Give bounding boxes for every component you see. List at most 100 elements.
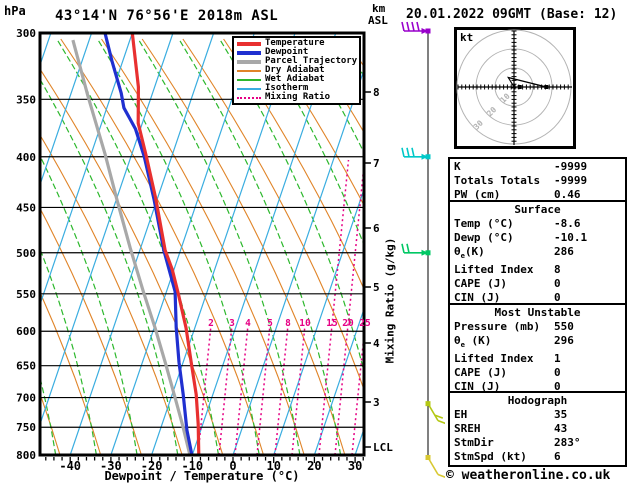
info-row-label: K	[454, 160, 461, 173]
sounding-screenshot: 300 350 400 450 500 550 600 650 700 750 800 -40 -30-…	[0, 0, 629, 486]
info-box: K -9999 Totals Totals -9999 PW (cm) 0.46	[448, 157, 627, 205]
mixing-ratio-tick-label: 2	[208, 318, 214, 329]
legend-item: Mixing Ratio	[234, 93, 359, 102]
info-row: SREH 43	[450, 422, 625, 436]
info-row-label: θe (K)	[454, 334, 492, 350]
legend-swatch	[237, 78, 261, 81]
wind-barb	[401, 21, 431, 34]
info-row-label: θe(K)	[454, 245, 485, 261]
pressure-tick-label: 400	[16, 151, 36, 164]
info-row: EH 35	[450, 408, 625, 422]
info-box-title: Surface	[514, 203, 561, 216]
skewt-chart: 300350400450500550600650700750800-40 -30-…	[16, 21, 445, 478]
info-row-label: SREH	[454, 422, 481, 435]
legend-swatch	[237, 59, 261, 64]
info-row-value: 1	[554, 352, 561, 366]
km-tick-label: 8	[373, 86, 380, 99]
pressure-tick-label: 750	[16, 421, 36, 434]
pressure-tick-label: 800	[16, 449, 36, 462]
info-row: Pressure (mb) 550	[450, 320, 625, 334]
info-row: Dewp (°C) -10.1	[450, 231, 625, 245]
pressure-tick-label: 450	[16, 201, 36, 214]
info-row-label: Totals Totals	[454, 174, 541, 187]
legend-swatch	[237, 96, 261, 99]
info-row-value: 8	[554, 263, 561, 277]
pressure-axis-unit: hPa	[4, 4, 26, 18]
info-row: θe (K) 296	[450, 334, 625, 352]
datetime-label: 20.01.2022 09GMT (Base: 12)	[406, 7, 618, 22]
pressure-tick-label: 700	[16, 392, 36, 405]
info-row-value: 283°	[554, 436, 581, 449]
info-box-title: Most Unstable	[494, 306, 581, 319]
info-row-value: -8.6	[554, 217, 581, 230]
info-row-value: -9999	[554, 160, 588, 173]
km-tick-label: 3	[373, 396, 380, 409]
info-row: StmSpd (kt) 6	[450, 450, 625, 464]
info-row-value: 35	[554, 408, 568, 421]
hodograph-marker	[517, 85, 522, 89]
info-row-label: EH	[454, 408, 468, 421]
legend-swatch	[237, 41, 261, 46]
copyright: © weatheronline.co.uk	[446, 468, 611, 483]
legend: Temperature Dewpoint Parcel Trajectory Dry …	[232, 36, 361, 105]
info-row-label: StmDir	[454, 436, 494, 449]
legend-swatch	[237, 69, 261, 72]
info-row-label: CAPE (J)	[454, 277, 507, 291]
mixing-ratio-tick-label: 4	[245, 318, 251, 329]
info-row-label: Temp (°C)	[454, 217, 514, 230]
wind-barb	[401, 243, 431, 256]
pressure-tick-label: 500	[16, 247, 36, 260]
info-row-value: 0	[554, 277, 561, 291]
temperature-axis-title: Dewpoint / Temperature (°C)	[104, 469, 300, 483]
legend-item-label: Mixing Ratio	[265, 92, 331, 102]
info-row: StmDir 283°	[450, 436, 625, 450]
pressure-tick-label: 600	[16, 325, 36, 338]
info-row-value: -10.1	[554, 231, 588, 244]
info-row: Totals Totals -9999	[450, 174, 625, 188]
info-row-label: StmSpd (kt)	[454, 450, 527, 463]
km-tick-label: 4	[373, 337, 380, 350]
info-box-title: Hodograph	[507, 394, 568, 407]
km-tick-label: 5	[373, 281, 380, 294]
info-row-label: Dewp (°C)	[454, 231, 514, 244]
mixing-ratio-tick-label: 20	[342, 318, 354, 329]
info-row-value: 6	[554, 450, 561, 463]
info-row-label: Lifted Index	[454, 263, 534, 277]
info-box-most-unstable: Most Unstable Pressure (mb) 550 θe (K) 296 Li…	[448, 303, 627, 398]
info-row: θe(K) 286	[450, 245, 625, 263]
series-parcel-trajectory	[71, 39, 192, 455]
info-box-surface: Surface Temp (°C) -8.6 Dewp (°C) -10.1 θe(K) 2…	[448, 200, 627, 309]
lcl-label: LCL	[373, 441, 393, 454]
info-row-label: CAPE (J)	[454, 366, 507, 380]
info-row: K -9999	[450, 160, 625, 174]
info-row: CAPE (J) 0	[450, 277, 625, 291]
legend-swatch	[237, 87, 261, 90]
info-row-label: Lifted Index	[454, 352, 534, 366]
info-box-hodograph: Hodograph EH 35 SREH 43 StmDir 283° StmSpd (kt)…	[448, 391, 627, 467]
mixing-ratio-tick-label: 5	[267, 318, 273, 329]
mixing-ratio-tick-label: 15	[326, 318, 338, 329]
km-tick-label: 7	[373, 157, 380, 170]
info-row: Lifted Index 8	[450, 263, 625, 277]
pressure-tick-label: 350	[16, 93, 36, 106]
legend-swatch	[237, 50, 261, 55]
mixing-ratio-tick-label: 25	[359, 318, 371, 329]
mixing-ratio-tick-label: 8	[285, 318, 291, 329]
info-row-value: 0	[554, 366, 561, 380]
info-row-value: 550	[554, 320, 574, 333]
hodograph: 102030	[454, 27, 576, 149]
info-row: CAPE (J) 0	[450, 366, 625, 380]
pressure-tick-label: 650	[16, 360, 36, 373]
mixing-ratio-tick-label: 10	[299, 318, 311, 329]
info-row-label: Pressure (mb)	[454, 320, 541, 333]
km-tick-label: 6	[373, 222, 380, 235]
wind-barb	[401, 147, 431, 160]
info-row: Temp (°C) -8.6	[450, 217, 625, 231]
info-row: Lifted Index 1	[450, 352, 625, 366]
station-title: 43°14'N 76°56'E 2018m ASL	[55, 8, 279, 24]
info-row-value: -9999	[554, 174, 588, 187]
hodograph-marker	[544, 85, 549, 89]
wind-barb	[425, 455, 445, 478]
pressure-tick-label: 300	[16, 27, 36, 40]
hodograph-unit-label: kt	[460, 31, 474, 44]
